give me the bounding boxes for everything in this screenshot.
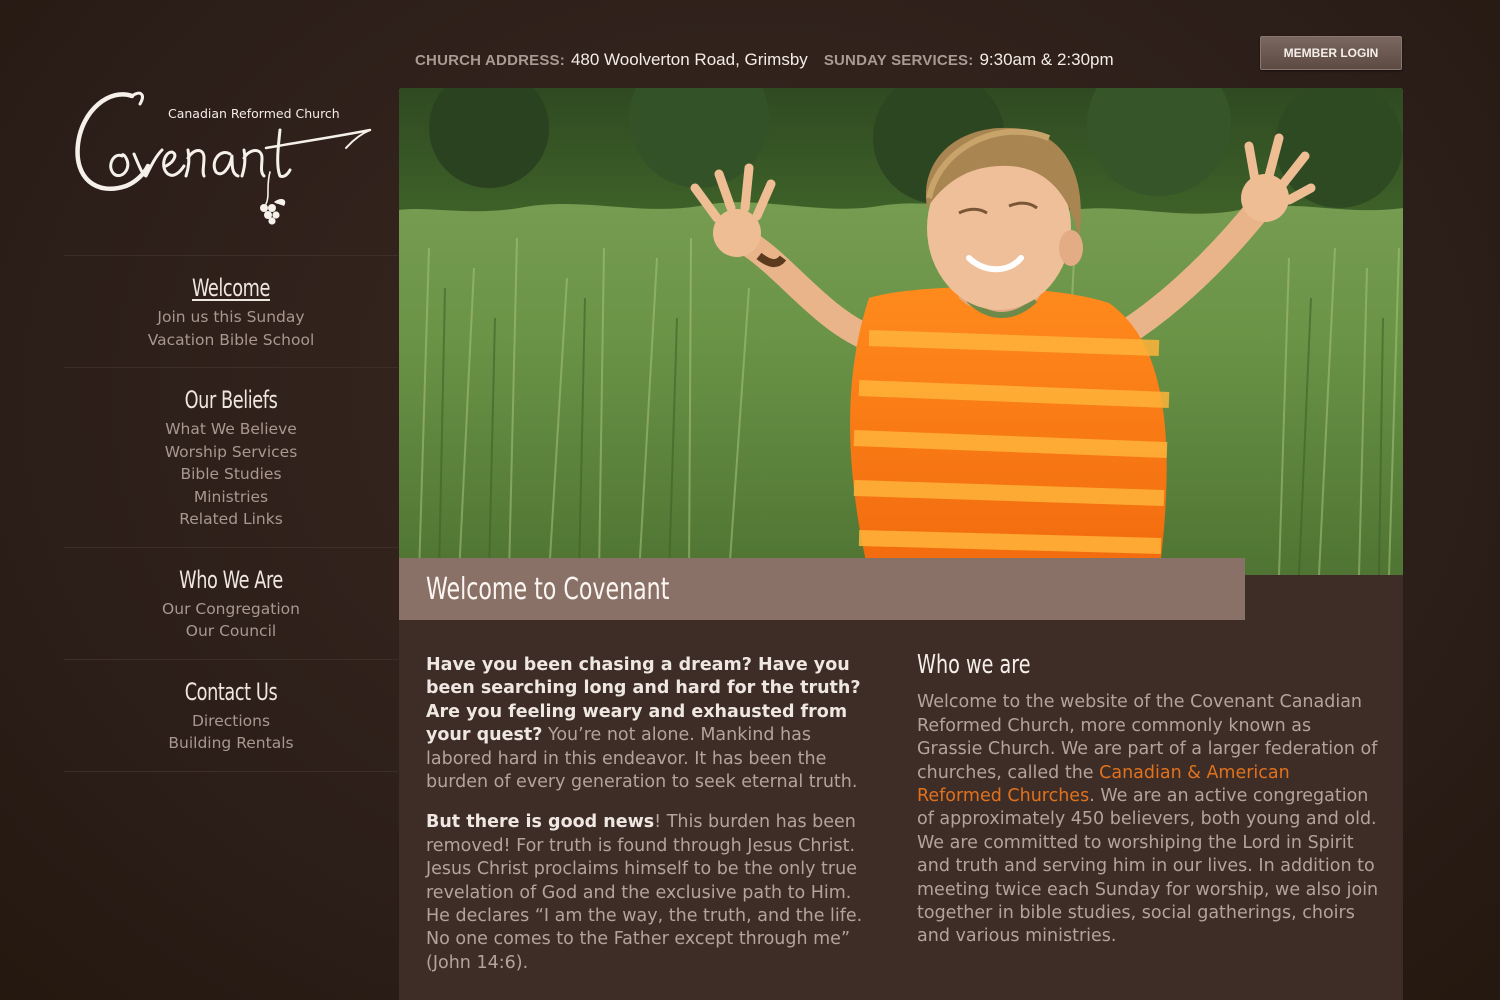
nav-item-our-congregation[interactable]: Our Congregation — [64, 598, 398, 621]
page-title: Welcome to Covenant — [426, 571, 670, 607]
who-we-are-heading: Who we are — [917, 650, 1031, 680]
nav-item-vbs[interactable]: Vacation Bible School — [64, 329, 398, 352]
intro-column: Have you been chasing a dream? Have you … — [426, 654, 878, 992]
nav-item-what-we-believe[interactable]: What We Believe — [64, 418, 398, 441]
nav-group-contact: Contact Us Directions Building Rentals — [64, 658, 398, 772]
address-label: CHURCH ADDRESS: — [415, 52, 565, 69]
nav-item-worship-services[interactable]: Worship Services — [64, 441, 398, 464]
intro-p2-text: ! This burden has been removed! For trut… — [426, 812, 863, 973]
nav-group-who-we-are: Who We Are Our Congregation Our Council — [64, 546, 398, 659]
nav-item-bible-studies[interactable]: Bible Studies — [64, 463, 398, 486]
nav-group-welcome: Welcome Join us this Sunday Vacation Bib… — [64, 255, 398, 367]
nav-item-join-us[interactable]: Join us this Sunday — [64, 306, 398, 329]
logo-tagline: Canadian Reformed Church — [168, 106, 340, 121]
nav-item-related-links[interactable]: Related Links — [64, 508, 398, 531]
intro-p2-bold: But there is good news — [426, 812, 655, 833]
who-text-after: . We are an active congregation of appro… — [917, 786, 1379, 947]
nav-item-directions[interactable]: Directions — [64, 710, 398, 733]
nav-heading-who-we-are[interactable]: Who We Are — [94, 566, 368, 594]
who-we-are-paragraph: Welcome to the website of the Covenant C… — [917, 691, 1379, 948]
services-value: 9:30am & 2:30pm — [979, 50, 1114, 69]
nav-group-beliefs: Our Beliefs What We Believe Worship Serv… — [64, 367, 398, 547]
nav-heading-welcome[interactable]: Welcome — [94, 274, 368, 302]
hero-photo-icon — [399, 88, 1403, 575]
nav-heading-contact[interactable]: Contact Us — [94, 678, 368, 706]
sidebar-nav: Welcome Join us this Sunday Vacation Bib… — [64, 255, 398, 772]
hero-image — [399, 88, 1403, 575]
welcome-title-bar: Welcome to Covenant — [399, 558, 1245, 620]
nav-item-building-rentals[interactable]: Building Rentals — [64, 732, 398, 755]
member-login-button[interactable]: MEMBER LOGIN — [1260, 36, 1402, 70]
church-info-bar: CHURCH ADDRESS: 480 Woolverton Road, Gri… — [415, 50, 1130, 76]
services-label: SUNDAY SERVICES: — [823, 52, 974, 69]
who-we-are-column: Who we are Welcome to the website of the… — [917, 650, 1379, 949]
address-value: 480 Woolverton Road, Grimsby — [570, 50, 808, 69]
nav-item-our-council[interactable]: Our Council — [64, 620, 398, 643]
nav-heading-beliefs[interactable]: Our Beliefs — [94, 386, 368, 414]
intro-paragraph-2: But there is good news! This burden has … — [426, 811, 878, 975]
church-logo[interactable]: Canadian Reformed Church — [70, 86, 380, 231]
nav-item-ministries[interactable]: Ministries — [64, 486, 398, 509]
intro-paragraph-1: Have you been chasing a dream? Have you … — [426, 654, 878, 794]
